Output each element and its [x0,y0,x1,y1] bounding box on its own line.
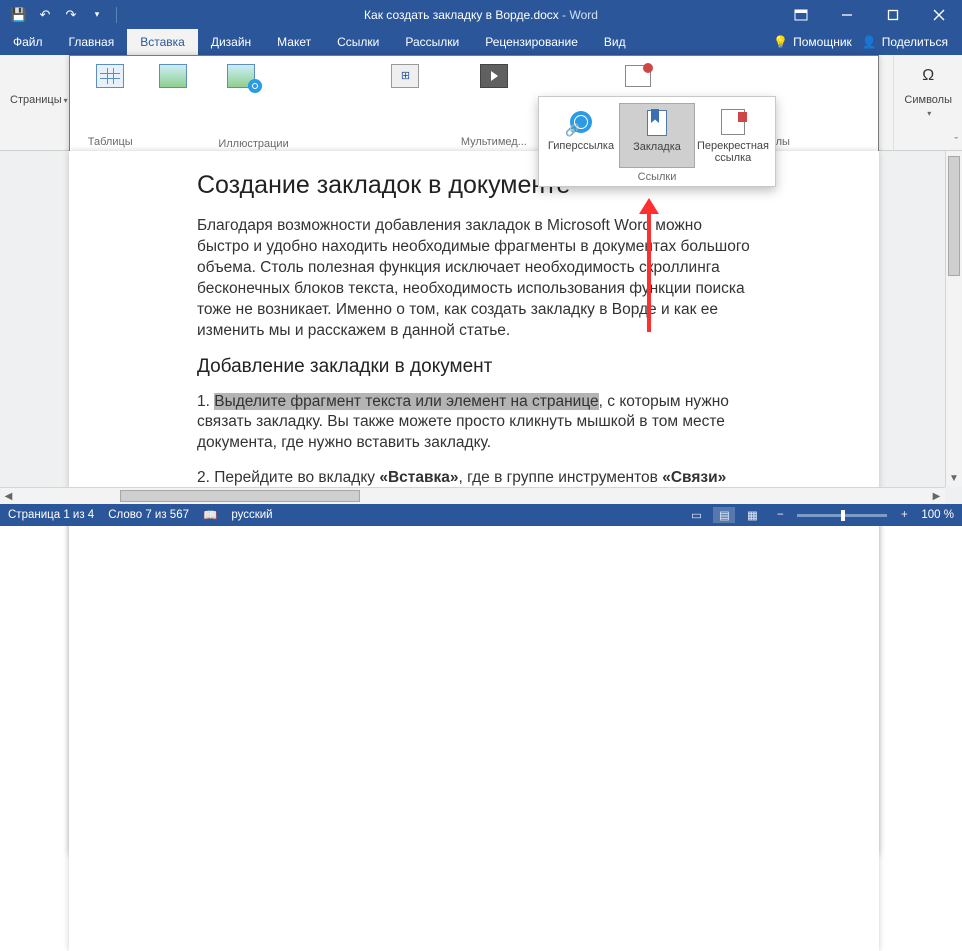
maximize-icon[interactable] [870,0,916,29]
doc-paragraph-1: Благодаря возможности добавления закладо… [197,216,751,342]
group-symbols-label [900,136,956,150]
web-layout-icon[interactable]: ▦ [741,507,763,523]
table-icon [96,64,124,88]
links-gallery: 🔗 Гиперссылка Закладка Перекрестная ссыл… [538,96,776,187]
doc-list-item-1: 1. Выделите фрагмент текста или элемент … [197,392,751,455]
tab-view[interactable]: Вид [591,29,639,55]
ribbon: Страницы Таблица Таблицы Рисунки Изображ… [0,55,962,151]
bookmark-label: Закладка [633,141,681,153]
ribbon-tabs: Файл Главная Вставка Дизайн Макет Ссылки… [0,29,962,55]
online-pictures-icon [227,64,255,88]
vertical-scrollbar[interactable]: ▲ ▼ [945,151,962,487]
pages-button[interactable]: Страницы [6,58,72,107]
tab-references[interactable]: Ссылки [324,29,392,55]
zoom-out-icon[interactable]: − [769,507,791,523]
status-language[interactable]: русский [231,509,272,521]
horizontal-scroll-thumb[interactable] [120,490,360,502]
bookmark-icon [647,110,667,136]
status-spellcheck-icon[interactable]: 📖 [203,508,217,522]
bookmark-button[interactable]: Закладка [619,103,695,168]
document-name: Как создать закладку в Ворде.docx [364,8,559,22]
horizontal-scrollbar[interactable]: ◀ ▶ [0,487,945,504]
hyperlink-icon: 🔗 [570,111,592,133]
tab-home[interactable]: Главная [56,29,128,55]
pictures-icon [159,64,187,88]
share-label: Поделиться [882,35,948,49]
title-bar: 💾 ↶ ↷ ▾ Как создать закладку в Ворде.doc… [0,0,962,29]
zoom-level[interactable]: 100 % [921,509,954,521]
read-mode-icon[interactable]: ▭ [685,507,707,523]
zoom-slider[interactable] [797,514,887,517]
lightbulb-icon: 💡 [773,35,788,49]
group-symbols: Ω Символы [894,55,962,150]
crossref-label: Перекрестная ссылка [697,140,769,164]
group-media-label: Мультимед... [453,136,535,150]
group-pages: Страницы [0,55,79,150]
annotation-arrow [647,212,651,332]
group-illustrations-label: Иллюстрации [149,138,358,152]
tell-me-search[interactable]: 💡 Помощник [773,35,852,49]
save-icon[interactable]: 💾 [8,4,30,26]
crossref-button[interactable]: Перекрестная ссылка [695,103,771,168]
scroll-left-icon[interactable]: ◀ [0,488,17,504]
minimize-icon[interactable] [824,0,870,29]
tab-layout[interactable]: Макет [264,29,324,55]
tab-design[interactable]: Дизайн [198,29,264,55]
window-title: Как создать закладку в Ворде.docx - Word [364,8,598,22]
share-button[interactable]: 👤 Поделиться [862,35,948,49]
addins-icon: ⊞ [391,64,419,88]
crossref-icon [721,109,745,135]
ribbon-display-options-icon[interactable] [778,0,824,29]
scroll-right-icon[interactable]: ▶ [928,488,945,504]
close-icon[interactable] [916,0,962,29]
group-pages-label [6,136,72,150]
vertical-scroll-thumb[interactable] [948,156,960,276]
video-icon [480,64,508,88]
title-separator: - [559,8,570,22]
hyperlink-label: Гиперссылка [548,140,614,152]
tab-insert[interactable]: Вставка [127,29,198,55]
undo-icon[interactable]: ↶ [34,4,56,26]
document-workspace: Создание закладок в документе Благодаря … [0,151,962,504]
qat-customize-icon[interactable]: ▾ [86,4,108,26]
group-text-label [839,136,887,150]
tab-review[interactable]: Рецензирование [472,29,591,55]
group-tables-label: Таблицы [85,136,136,150]
print-layout-icon[interactable]: ▤ [713,507,735,523]
scroll-down-icon[interactable]: ▼ [946,470,962,487]
selected-text: Выделите фрагмент текста или элемент на … [214,393,598,410]
doc-heading-2: Добавление закладки в документ [197,356,751,378]
status-page[interactable]: Страница 1 из 4 [8,509,94,521]
symbols-label: Символы [904,94,952,106]
document-page[interactable]: Создание закладок в документе Благодаря … [69,151,879,951]
status-word-count[interactable]: Слово 7 из 567 [108,509,189,521]
share-icon: 👤 [862,35,877,49]
collapse-ribbon-icon[interactable]: ˇ [954,136,958,148]
quick-access-toolbar: 💾 ↶ ↷ ▾ [0,0,121,29]
hyperlink-button[interactable]: 🔗 Гиперссылка [543,103,619,168]
window-controls [778,0,962,29]
omega-icon: Ω [917,65,939,87]
qat-separator [116,7,117,23]
tab-file[interactable]: Файл [0,29,56,55]
links-gallery-label: Ссылки [543,168,771,184]
zoom-slider-thumb[interactable] [841,510,845,521]
comment-icon [625,65,651,87]
symbols-button[interactable]: Ω Символы [900,58,956,119]
status-bar: Страница 1 из 4 Слово 7 из 567 📖 русский… [0,504,962,526]
pages-label: Страницы [10,94,62,106]
tell-me-label: Помощник [793,35,852,49]
redo-icon[interactable]: ↷ [60,4,82,26]
tab-mailings[interactable]: Рассылки [392,29,472,55]
zoom-in-icon[interactable]: + [893,507,915,523]
app-name: Word [569,8,597,22]
group-addins-label [371,136,439,150]
